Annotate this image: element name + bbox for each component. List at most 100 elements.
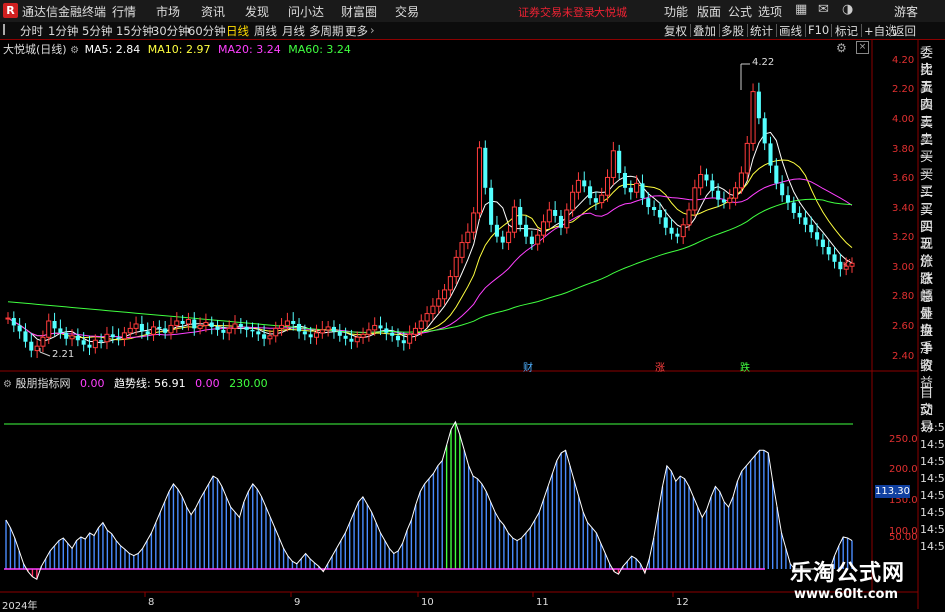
period-5min[interactable]: 5分钟 [82, 23, 112, 39]
close-icon[interactable]: × [856, 41, 869, 54]
candle-body [692, 187, 698, 211]
btn-add-watchlist[interactable]: +自选 [864, 23, 897, 39]
candle-body [768, 143, 773, 166]
btn-adjust[interactable]: 复权 [664, 23, 687, 39]
candle-body [407, 333, 413, 344]
user-label[interactable]: 游客 [894, 3, 918, 20]
settings-gear-icon[interactable]: ⚙ [836, 41, 847, 55]
separator [831, 24, 832, 37]
candle-body [163, 328, 168, 333]
candle-body [273, 327, 279, 337]
period-weekly[interactable]: 周线 [254, 23, 277, 39]
period-60min[interactable]: 60分钟 [188, 23, 226, 39]
candle-body [575, 179, 581, 193]
candle-body [529, 236, 534, 245]
candle-body [721, 199, 726, 203]
ma-lines [7, 131, 853, 344]
current-indicator-value: 113.30 [875, 485, 910, 498]
indicator-name[interactable]: 殷朋指标网 [15, 377, 70, 390]
separator [719, 24, 720, 37]
xaxis-label: 9 [294, 597, 301, 608]
btn-draw[interactable]: 画线 [779, 23, 802, 39]
candle-body [284, 320, 290, 326]
event-finance[interactable]: 财 [523, 359, 533, 374]
period-1min[interactable]: 1分钟 [48, 23, 78, 39]
time-label: 14:56 [920, 540, 945, 553]
candle-body [209, 322, 214, 327]
watermark-title: 乐淘公式网 [790, 561, 906, 586]
period-multi[interactable]: 多周期 [309, 23, 344, 39]
candle-body [727, 197, 733, 204]
tool-function[interactable]: 功能 [664, 3, 688, 20]
candle-body [313, 332, 320, 338]
btn-multi-stock[interactable]: 多股 [721, 23, 744, 39]
period-15min[interactable]: 15分钟 [116, 23, 154, 39]
period-daily[interactable]: 日线 [226, 23, 249, 39]
candle-body [384, 328, 389, 333]
period-intraday[interactable]: 分时 [20, 23, 43, 39]
stock-label[interactable]: 大悦城(日线) [3, 43, 67, 56]
btn-mark[interactable]: 标记 [835, 23, 858, 39]
period-monthly[interactable]: 月线 [282, 23, 305, 39]
chart-area[interactable]: ↙ [0, 40, 945, 609]
candle-body [366, 329, 372, 335]
candle-body [610, 150, 616, 178]
period-30min[interactable]: 30分钟 [152, 23, 190, 39]
candle-body [540, 221, 547, 236]
candle-body [46, 320, 52, 338]
menu-news[interactable]: 资讯 [201, 3, 225, 20]
menu-ask[interactable]: 问小达 [288, 3, 324, 20]
candle-body [809, 224, 814, 233]
candle-body [686, 209, 692, 226]
candle-body [168, 324, 174, 334]
candle-body [291, 321, 296, 324]
menu-market[interactable]: 市场 [156, 3, 180, 20]
candle-body [127, 327, 133, 334]
mail-icon[interactable]: ✉ [818, 2, 829, 17]
candle-body [628, 187, 633, 193]
period-more[interactable]: 更多 [345, 23, 368, 39]
btn-overlay[interactable]: 叠加 [693, 23, 716, 39]
candle-body [500, 236, 505, 243]
settings-icon[interactable]: ⚙ [70, 45, 79, 56]
settings-icon[interactable]: ⚙ [3, 379, 12, 390]
btn-stats[interactable]: 统计 [750, 23, 773, 39]
candle-body [29, 341, 34, 351]
time-label: 14:56 [920, 438, 945, 451]
trade-login-alert[interactable]: 证券交易未登录 [518, 4, 595, 20]
btn-back[interactable]: 返回 [893, 23, 916, 39]
candle-body [797, 212, 802, 218]
candle-body [64, 332, 69, 339]
menu-quotes[interactable]: 行情 [112, 3, 136, 20]
candle-body [622, 173, 628, 188]
xaxis-label: 2024年 [2, 601, 38, 612]
event-rise[interactable]: 涨 [655, 359, 665, 374]
collapse-icon[interactable] [3, 24, 13, 35]
candle-body [232, 323, 238, 329]
grid-icon[interactable]: ▦ [795, 2, 807, 17]
candle-body [774, 165, 779, 184]
skin-icon[interactable]: ◑ [842, 2, 853, 17]
ma5-line [7, 131, 853, 344]
candle-body [634, 182, 640, 193]
candle-body [558, 215, 564, 228]
tool-options[interactable]: 选项 [758, 3, 782, 20]
candle-body [442, 289, 448, 300]
menu-wealth[interactable]: 财富圈 [341, 3, 377, 20]
btn-f10[interactable]: F10 [808, 23, 829, 37]
tool-layout[interactable]: 版面 [697, 3, 721, 20]
event-fall[interactable]: 跌 [740, 359, 750, 374]
candle-body [412, 327, 418, 335]
chevron-right-icon[interactable]: › [370, 23, 375, 37]
candle-body [185, 319, 191, 325]
candle-body [588, 186, 593, 199]
xaxis-label: 10 [421, 597, 434, 608]
candle-body [704, 174, 709, 181]
tool-formula[interactable]: 公式 [728, 3, 752, 20]
indicator-info: ⚙ 殷朋指标网 0.00 趋势线: 56.91 0.00 230.00 [3, 375, 268, 391]
candle-body [780, 183, 785, 196]
menu-trade[interactable]: 交易 [395, 3, 419, 20]
candle-body [319, 329, 325, 334]
candle-body [832, 254, 837, 262]
menu-discover[interactable]: 发现 [245, 3, 269, 20]
